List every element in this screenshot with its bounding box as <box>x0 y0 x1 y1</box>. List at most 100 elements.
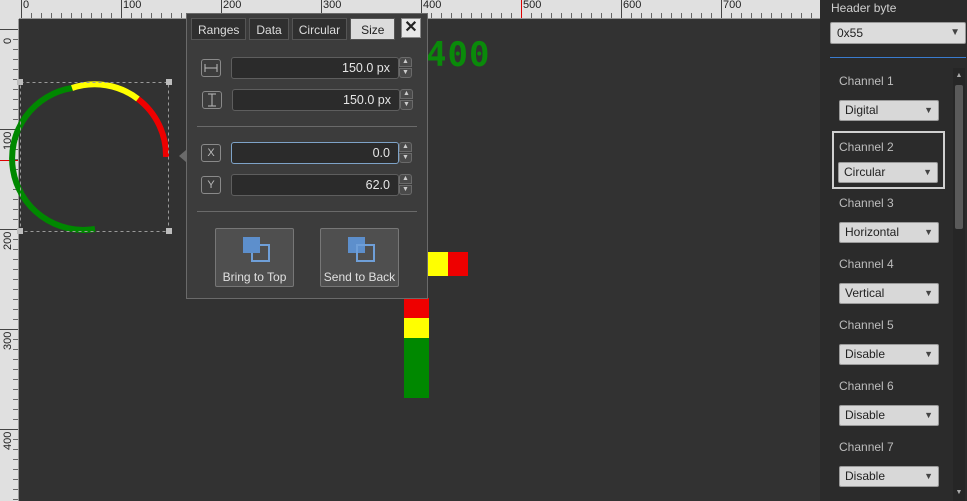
ruler-minor-tick <box>13 469 18 470</box>
ruler-minor-tick <box>13 289 18 290</box>
spin-down-icon[interactable]: ▼ <box>399 185 412 195</box>
ruler-minor-tick <box>13 309 18 310</box>
ruler-minor-tick <box>701 13 702 18</box>
channel-type-select[interactable]: Circular ▼ <box>838 162 938 183</box>
spin-up-icon[interactable]: ▲ <box>399 57 412 67</box>
bring-to-top-button[interactable]: Bring to Top <box>215 228 294 287</box>
tab-ranges[interactable]: Ranges <box>191 18 247 40</box>
ruler-label: 700 <box>723 0 742 11</box>
chevron-down-icon: ▼ <box>924 471 933 481</box>
ruler-minor-tick <box>171 13 172 18</box>
ruler-minor-tick <box>13 349 18 350</box>
ruler-minor-tick <box>541 13 542 18</box>
x-field[interactable]: 0.0 <box>231 142 399 164</box>
ruler-minor-tick <box>13 159 18 160</box>
scroll-down-icon[interactable]: ▼ <box>953 487 965 499</box>
ruler-minor-tick <box>13 149 18 150</box>
ruler-minor-tick <box>811 13 812 18</box>
ruler-minor-tick <box>13 139 18 140</box>
scroll-up-icon[interactable]: ▲ <box>953 70 965 82</box>
channel-type-value: Circular <box>844 165 886 179</box>
channel-label: Channel 5 <box>839 318 894 332</box>
tab-circular[interactable]: Circular <box>291 18 348 40</box>
ruler-minor-tick <box>471 13 472 18</box>
ruler-minor-tick <box>13 299 18 300</box>
tab-size[interactable]: Size <box>350 18 396 40</box>
ruler-minor-tick <box>41 13 42 18</box>
width-icon <box>201 59 221 77</box>
ruler-minor-tick <box>581 13 582 18</box>
ruler-label: 400 <box>2 431 14 450</box>
channel-2[interactable]: Channel 2 Circular ▼ <box>832 131 945 189</box>
chevron-down-icon: ▼ <box>924 227 933 237</box>
channel-type-select[interactable]: Disable ▼ <box>839 344 939 365</box>
height-field[interactable]: 150.0 px <box>232 89 400 111</box>
ruler-minor-tick <box>631 13 632 18</box>
ruler-minor-tick <box>651 13 652 18</box>
spin-down-icon[interactable]: ▼ <box>400 100 413 110</box>
close-icon[interactable]: ✕ <box>401 18 421 38</box>
channel-type-select[interactable]: Disable ▼ <box>839 405 939 426</box>
ruler-minor-tick <box>431 13 432 18</box>
ruler-label: 500 <box>523 0 542 11</box>
digital-display-widget[interactable]: 400 <box>426 35 490 75</box>
bring-to-top-icon <box>241 235 271 263</box>
ruler-minor-tick <box>13 49 18 50</box>
ruler-minor-tick <box>641 13 642 18</box>
spin-down-icon[interactable]: ▼ <box>399 153 412 163</box>
spin-down-icon[interactable]: ▼ <box>399 68 412 78</box>
ruler-minor-tick <box>731 13 732 18</box>
y-field[interactable]: 62.0 <box>231 174 399 196</box>
send-to-back-icon <box>346 235 376 263</box>
channel-type-select[interactable]: Horizontal ▼ <box>839 222 939 243</box>
ruler-minor-tick <box>131 13 132 18</box>
ruler-tick <box>0 129 18 130</box>
ruler-minor-tick <box>161 13 162 18</box>
ruler-minor-tick <box>13 249 18 250</box>
chevron-down-icon: ▼ <box>924 349 933 359</box>
ruler-minor-tick <box>111 13 112 18</box>
ruler-minor-tick <box>681 13 682 18</box>
send-to-back-button[interactable]: Send to Back <box>320 228 399 287</box>
tab-data[interactable]: Data <box>249 18 289 40</box>
channel-type-select[interactable]: Vertical ▼ <box>839 283 939 304</box>
channel-5: Channel 5 Disable ▼ <box>830 306 946 365</box>
scrollbar-thumb[interactable] <box>955 85 963 229</box>
ruler-minor-tick <box>711 13 712 18</box>
ruler-minor-tick <box>13 199 18 200</box>
chevron-down-icon: ▼ <box>924 105 933 115</box>
ruler-tick <box>621 0 622 18</box>
ruler-minor-tick <box>13 319 18 320</box>
spin-up-icon[interactable]: ▲ <box>400 89 413 99</box>
ruler-minor-tick <box>151 13 152 18</box>
width-field[interactable]: 150.0 px <box>231 57 399 79</box>
widget-properties-popup: Ranges Data Circular Size ✕ 150.0 px ▲ ▼… <box>186 13 428 299</box>
height-icon <box>202 91 222 109</box>
channel-type-select[interactable]: Disable ▼ <box>839 466 939 487</box>
ruler-tick <box>121 0 122 18</box>
ruler-minor-tick <box>661 13 662 18</box>
width-stepper[interactable]: ▲ ▼ <box>399 57 412 79</box>
channel-list: Channel 1 Digital ▼ Channel 2 Circular ▼ C… <box>820 62 967 501</box>
ruler-tick <box>21 0 22 18</box>
spin-up-icon[interactable]: ▲ <box>399 142 412 152</box>
channel-list-scrollbar[interactable]: ▲ ▼ <box>953 68 965 501</box>
spin-up-icon[interactable]: ▲ <box>399 174 412 184</box>
channel-type-select[interactable]: Digital ▼ <box>839 100 939 121</box>
ruler-label: 400 <box>423 0 442 11</box>
ruler-minor-tick <box>81 13 82 18</box>
channel-label: Channel 4 <box>839 257 894 271</box>
ruler-minor-tick <box>13 459 18 460</box>
header-byte-label: Header byte <box>831 1 897 15</box>
x-stepper[interactable]: ▲ ▼ <box>399 142 412 164</box>
ruler-minor-tick <box>451 13 452 18</box>
channel-7: Channel 7 Disable ▼ <box>830 428 946 487</box>
y-stepper[interactable]: ▲ ▼ <box>399 174 412 196</box>
ruler-minor-tick <box>441 13 442 18</box>
ruler-label: 0 <box>23 0 30 11</box>
popup-pointer <box>179 150 186 162</box>
chevron-down-icon: ▼ <box>924 288 933 298</box>
header-byte-select[interactable]: 0x55 ▼ <box>830 22 966 44</box>
ruler-minor-tick <box>101 13 102 18</box>
height-stepper[interactable]: ▲ ▼ <box>400 89 413 111</box>
